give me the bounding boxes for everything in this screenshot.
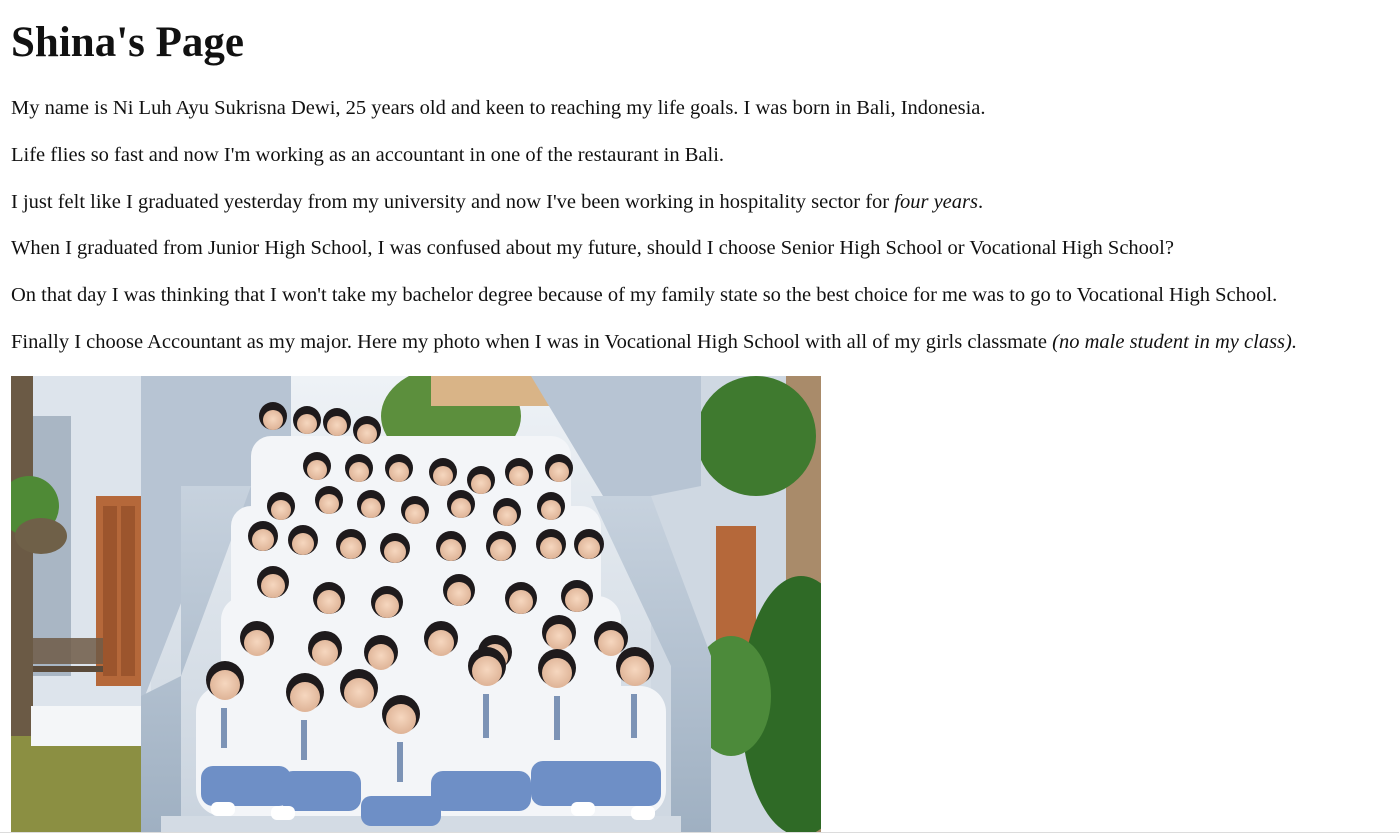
graduation-paragraph: I just felt like I graduated yesterday f… xyxy=(11,189,1388,215)
graduation-text: I just felt like I graduated yesterday f… xyxy=(11,190,895,213)
graduation-end: . xyxy=(977,190,984,213)
junior-high-paragraph: When I graduated from Junior High School… xyxy=(11,237,1174,260)
major-paragraph: Finally I choose Accountant as my major.… xyxy=(11,329,1388,355)
page-content: Shina's Page My name is Ni Luh Ayu Sukri… xyxy=(0,0,1399,355)
no-male-student-emphasis: (no male student in my class). xyxy=(1052,330,1297,353)
bottom-divider xyxy=(0,832,1399,833)
intro-paragraph: My name is Ni Luh Ayu Sukrisna Dewi, 25 … xyxy=(11,97,986,119)
vocational-paragraph: On that day I was thinking that I won't … xyxy=(11,284,1278,307)
four-years-emphasis: four years xyxy=(894,190,978,213)
class-group-photo xyxy=(11,376,821,832)
work-paragraph: Life flies so fast and now I'm working a… xyxy=(11,143,725,166)
major-text: Finally I choose Accountant as my major.… xyxy=(11,330,1053,353)
page-title: Shina's Page xyxy=(11,19,244,66)
